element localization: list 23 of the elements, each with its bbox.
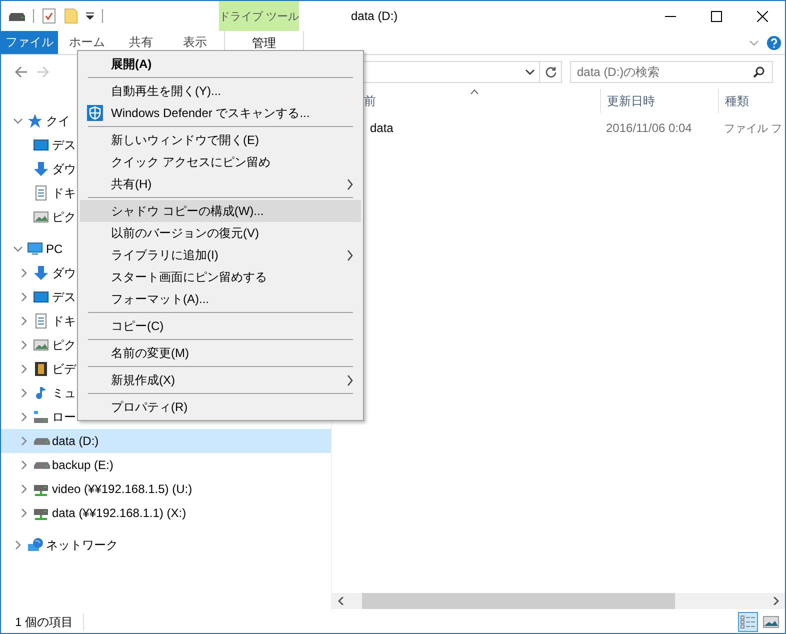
nav-item-label: ネットワーク xyxy=(46,536,118,554)
nav-item-label: ピク xyxy=(52,336,76,354)
nav-item-label: ロー xyxy=(52,408,76,426)
nav-item-label: data (¥¥192.168.1.1) (X:) xyxy=(52,506,186,520)
nav-item-label: ドキ xyxy=(52,312,76,330)
item-count: 1 個の項目 xyxy=(15,614,84,630)
nav-item-label: ミュ xyxy=(52,384,76,402)
nav-item-label: ダウ xyxy=(52,264,76,282)
nav-item-label: video (¥¥192.168.1.5) (U:) xyxy=(52,482,192,496)
date-cell-text: 2016/11/06 0:04 xyxy=(605,121,693,135)
nav-item-label: ビデ xyxy=(52,360,76,378)
window-title: data (D:) xyxy=(351,9,399,23)
nav-item-label: PC xyxy=(46,242,63,256)
nav-item-label: backup (E:) xyxy=(52,458,114,472)
nav-item-label: ドキ xyxy=(52,184,76,202)
nav-item-label: デス xyxy=(52,136,76,154)
nav-item-label: デス xyxy=(52,288,76,306)
nav-item-label: クイ xyxy=(46,112,70,130)
nav-item-label: ピク xyxy=(52,208,76,226)
nav-item-label: ダウ xyxy=(52,160,76,178)
tool-group-label: ドライブ ツール xyxy=(219,1,299,31)
type-cell-text: ファイル フ xyxy=(723,122,784,136)
nav-item-label: data (D:) xyxy=(52,434,99,448)
